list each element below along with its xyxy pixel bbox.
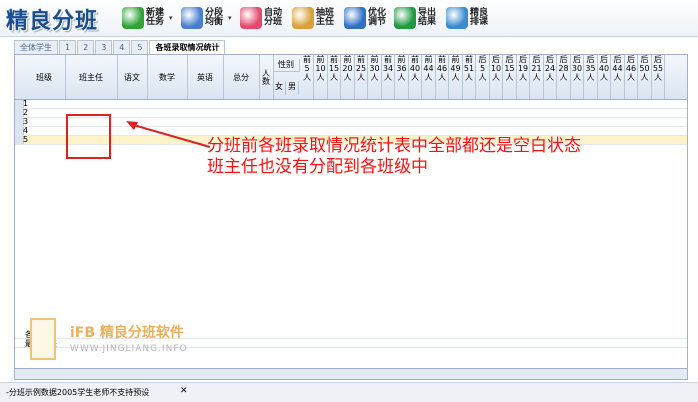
rank-col-header[interactable]: 前46人 bbox=[436, 55, 449, 99]
tab-3[interactable]: 3 bbox=[95, 40, 113, 54]
gender-sub-header[interactable]: 女 bbox=[273, 81, 286, 95]
col-header-2[interactable]: 语文 bbox=[117, 55, 148, 99]
status-bar: -分班示例数据2005学生老师不支持预设 ✕ bbox=[0, 382, 698, 402]
rank-col-header[interactable]: 后10人 bbox=[490, 55, 503, 99]
rank-col-header[interactable]: 后46人 bbox=[625, 55, 638, 99]
table-row[interactable]: 4 bbox=[15, 127, 687, 136]
class-number: 3 bbox=[23, 117, 29, 126]
watermark-url: WWW.JINGLIANG.INFO bbox=[70, 344, 188, 354]
tab-4[interactable]: 4 bbox=[113, 40, 131, 54]
table-row[interactable]: 1 bbox=[15, 100, 687, 109]
toolbar-label: 抽班主任 bbox=[316, 8, 335, 27]
rank-col-header[interactable]: 前51人 bbox=[463, 55, 476, 99]
tab-6[interactable]: 各班录取情况统计 bbox=[149, 40, 226, 55]
tab-bar: 全体学生 1 2 3 4 5 各班录取情况统计 bbox=[14, 40, 226, 55]
col-header-6[interactable]: 人数 bbox=[259, 55, 274, 99]
tab-5[interactable]: 5 bbox=[131, 40, 149, 54]
rank-col-header[interactable]: 前49人 bbox=[450, 55, 463, 99]
toolbar-icon bbox=[181, 7, 203, 29]
col-header-0[interactable]: 班级 bbox=[23, 55, 66, 99]
dropdown-arrow-icon[interactable]: ▾ bbox=[228, 14, 232, 22]
toolbar-button-3[interactable]: 自动分班 bbox=[240, 5, 286, 31]
toolbar-button-4[interactable]: 抽班主任 bbox=[292, 5, 338, 31]
toolbar-icon bbox=[240, 7, 262, 29]
watermark-title: iFB 精良分班软件 bbox=[70, 325, 184, 341]
app-title: 精良分班 bbox=[6, 9, 99, 34]
toolbar-label: 新建任务 bbox=[146, 8, 165, 27]
class-number: 1 bbox=[23, 99, 29, 108]
rank-col-header[interactable]: 前34人 bbox=[382, 55, 395, 99]
toolbar-icon bbox=[344, 7, 366, 29]
toolbar-label: 优化调节 bbox=[368, 8, 387, 27]
toolbar-label: 自动分班 bbox=[264, 8, 283, 27]
horizontal-scrollbar[interactable] bbox=[14, 368, 688, 380]
highlight-box bbox=[66, 114, 111, 159]
watermark-logo bbox=[30, 318, 56, 360]
toolbar-label: 导出结果 bbox=[418, 8, 437, 27]
tab-1[interactable]: 1 bbox=[59, 40, 77, 54]
col-header-3[interactable]: 数学 bbox=[147, 55, 188, 99]
toolbar-button-6[interactable]: 导出结果 bbox=[394, 5, 440, 31]
rank-col-header[interactable]: 前44人 bbox=[423, 55, 436, 99]
rank-col-header[interactable]: 后50人 bbox=[639, 55, 652, 99]
table-row[interactable]: 2 bbox=[15, 109, 687, 118]
annotation-text: 分班前各班录取情况统计表中全部都还是空白状态 班主任也没有分配到各班级中 bbox=[207, 136, 581, 178]
toolbar-label: 精良排课 bbox=[470, 8, 489, 27]
annotation-line1: 分班前各班录取情况统计表中全部都还是空白状态 bbox=[207, 136, 581, 156]
dropdown-arrow-icon[interactable]: ▾ bbox=[169, 14, 173, 22]
rank-col-header[interactable]: 前40人 bbox=[409, 55, 422, 99]
toolbar-button-7[interactable]: 精良排课 bbox=[446, 5, 492, 31]
gender-sub-header[interactable]: 男 bbox=[286, 81, 299, 95]
col-header-5[interactable]: 总分 bbox=[223, 55, 260, 99]
class-number: 2 bbox=[23, 108, 29, 117]
rank-col-header[interactable]: 后5人 bbox=[477, 55, 490, 99]
col-header-4[interactable]: 英语 bbox=[187, 55, 224, 99]
class-number: 5 bbox=[23, 135, 29, 144]
toolbar-icon bbox=[122, 7, 144, 29]
rank-col-header[interactable]: 后28人 bbox=[558, 55, 571, 99]
toolbar-button-2[interactable]: 分段均衡 ▾ bbox=[181, 5, 232, 31]
toolbar: 精良分班 新建任务 ▾ 分段均衡 ▾ 自动分班 抽班主任 优化调节 导出结果 精良排课 bbox=[0, 0, 698, 37]
rank-col-header[interactable]: 后15人 bbox=[504, 55, 517, 99]
close-icon[interactable]: ✕ bbox=[180, 386, 188, 396]
class-number: 4 bbox=[23, 126, 29, 135]
toolbar-icon bbox=[446, 7, 468, 29]
rank-col-header[interactable]: 后35人 bbox=[585, 55, 598, 99]
table-row[interactable]: 3 bbox=[15, 118, 687, 127]
rank-col-header[interactable]: 前5人 bbox=[301, 55, 314, 99]
rank-col-header[interactable]: 前10人 bbox=[315, 55, 328, 99]
toolbar-icon bbox=[292, 7, 314, 29]
document-tab[interactable]: -分班示例数据2005学生老师不支持预设 bbox=[6, 386, 149, 399]
rank-col-header[interactable]: 前30人 bbox=[369, 55, 382, 99]
gender-header: 性别 bbox=[273, 59, 300, 72]
rank-col-header[interactable]: 后55人 bbox=[652, 55, 665, 99]
rank-col-header[interactable]: 前36人 bbox=[396, 55, 409, 99]
tab-0[interactable]: 全体学生 bbox=[14, 40, 58, 54]
rank-col-header[interactable]: 前20人 bbox=[342, 55, 355, 99]
rank-col-header[interactable]: 后40人 bbox=[598, 55, 611, 99]
rank-col-header[interactable]: 前25人 bbox=[355, 55, 368, 99]
toolbar-button-1[interactable]: 新建任务 ▾ bbox=[122, 5, 173, 31]
tab-2[interactable]: 2 bbox=[77, 40, 95, 54]
toolbar-icon bbox=[394, 7, 416, 29]
annotation-line2: 班主任也没有分配到各班级中 bbox=[207, 157, 428, 177]
rank-col-header[interactable]: 后30人 bbox=[571, 55, 584, 99]
rank-col-header[interactable]: 后19人 bbox=[517, 55, 530, 99]
toolbar-label: 分段均衡 bbox=[205, 8, 224, 27]
col-header-1[interactable]: 班主任 bbox=[65, 55, 118, 99]
grid-header: 班级 班主任 语文 数学 英语 总分 人数 性别女男前5人 前10人 前15人 前20人 前25人 前3… bbox=[15, 55, 687, 100]
toolbar-button-5[interactable]: 优化调节 bbox=[344, 5, 390, 31]
rank-col-header[interactable]: 后21人 bbox=[531, 55, 544, 99]
rank-col-header[interactable]: 前15人 bbox=[328, 55, 341, 99]
rank-col-header[interactable]: 后44人 bbox=[612, 55, 625, 99]
rank-col-header[interactable]: 后24人 bbox=[544, 55, 557, 99]
